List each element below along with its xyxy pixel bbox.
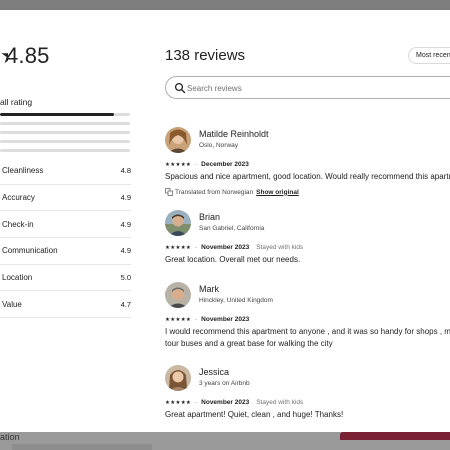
review-stars: ★★★★★ (165, 399, 192, 406)
category-name: Communication (2, 246, 58, 256)
category-score: 4.8 (120, 166, 131, 176)
show-original-link[interactable]: Show original (256, 189, 299, 196)
trip-type: Stayed with kids (256, 399, 304, 406)
reviewer-name: Matilde Reinholdt (199, 129, 269, 139)
review-text: Great location. Overall met our needs. (165, 254, 450, 266)
trip-type: Stayed with kids (256, 244, 304, 251)
review-stars: ★★★★★ (165, 316, 192, 323)
review-text: Great apartment! Quiet, clean , and huge… (165, 409, 450, 421)
rating-bar-fill (0, 113, 115, 116)
reviews-modal: ★ 4.85 all rating Cleanliness 4.8 Accura… (0, 10, 450, 432)
avatar[interactable] (165, 210, 191, 236)
category-ratings: Cleanliness 4.8 Accuracy 4.9 Check-in 4.… (0, 158, 131, 319)
reviewer-name: Brian (199, 212, 221, 222)
background-reserve-button (340, 432, 450, 440)
rating-distribution (0, 113, 130, 158)
review-text-line: Spacious and nice apartment, good locati… (165, 172, 450, 181)
rating-value: 4.85 (6, 43, 50, 68)
reviewer-name: Jessica (199, 367, 230, 377)
category-row-accuracy: Accuracy 4.9 (0, 185, 131, 212)
search-icon (174, 82, 186, 94)
avatar[interactable] (165, 127, 191, 153)
search-reviews-box[interactable] (165, 76, 450, 99)
translate-icon (165, 188, 173, 196)
separator-dot: · (195, 244, 198, 251)
review-text-line: Great location. Overall met our needs. (165, 255, 301, 264)
translation-text: Translated from Norwegian (175, 188, 254, 196)
review-meta: ★★★★★ · November 2023 Stayed with kids (165, 398, 303, 407)
separator-dot: · (195, 161, 198, 168)
review-meta: ★★★★★ · November 2023 (165, 315, 249, 324)
category-name: Location (2, 273, 33, 283)
category-row-communication: Communication 4.9 (0, 238, 131, 265)
review-text-line: Great apartment! Quiet, clean , and huge… (165, 410, 344, 419)
review-text: I would recommend this apartment to anyo… (165, 326, 450, 350)
reviewer-location: 3 years on Airbnb (199, 380, 250, 387)
category-score: 4.9 (120, 219, 131, 229)
search-input[interactable] (187, 81, 437, 95)
reviews-count-title: 138 reviews (165, 47, 246, 64)
background-placeholder (12, 444, 152, 450)
category-name: Cleanliness (2, 166, 44, 176)
rating-bar-5 (0, 113, 130, 116)
review-text: Spacious and nice apartment, good locati… (165, 171, 450, 183)
review-meta: ★★★★★ · November 2023 Stayed with kids (165, 243, 303, 252)
reviewer-location: Oslo, Norway (199, 142, 239, 149)
review-date: November 2023 (201, 316, 250, 323)
review-meta: ★★★★★ · December 2023 (165, 160, 249, 169)
page-backdrop-top (0, 0, 450, 10)
separator-dot: · (195, 399, 198, 406)
reviewer-location: San Gabriel, California (199, 225, 265, 232)
category-row-check-in: Check-in 4.9 (0, 211, 131, 239)
category-row-cleanliness: Cleanliness 4.8 (0, 158, 131, 185)
background-partial-text: ation (0, 432, 20, 442)
avatar[interactable] (165, 282, 191, 308)
category-score: 5.0 (120, 273, 131, 283)
rating-bar-2 (0, 140, 130, 143)
review-date: December 2023 (201, 161, 249, 168)
page-backdrop-bottom: ation (0, 432, 450, 450)
sort-dropdown-button[interactable]: Most recent (408, 47, 450, 64)
review-text-line: tour buses and a great base for walking … (165, 339, 333, 348)
avatar[interactable] (165, 365, 191, 391)
reviewer-location: Hinckley, United Kingdom (199, 297, 273, 304)
category-score: 4.7 (120, 299, 131, 309)
rating-bar-3 (0, 131, 130, 134)
reviewer-name: Mark (199, 284, 219, 294)
category-score: 4.9 (120, 193, 131, 203)
separator-dot: · (195, 316, 198, 323)
rating-bar-4 (0, 122, 130, 125)
category-score: 4.9 (120, 246, 131, 256)
review-stars: ★★★★★ (165, 244, 192, 251)
category-name: Value (2, 299, 22, 309)
review-date: November 2023 (201, 244, 250, 251)
review-text-line: I would recommend this apartment to anyo… (165, 327, 450, 336)
category-name: Accuracy (2, 193, 35, 203)
category-row-value: Value 4.7 (0, 291, 131, 319)
review-stars: ★★★★★ (165, 161, 192, 168)
review-date: November 2023 (201, 399, 250, 406)
category-name: Check-in (2, 219, 34, 229)
rating-bar-1 (0, 149, 130, 152)
overall-rating-label: all rating (0, 97, 33, 107)
category-row-location: Location 5.0 (0, 265, 131, 292)
translation-note: Translated from Norwegian Show original (165, 188, 299, 196)
overall-score: ★ 4.85 (0, 43, 50, 69)
